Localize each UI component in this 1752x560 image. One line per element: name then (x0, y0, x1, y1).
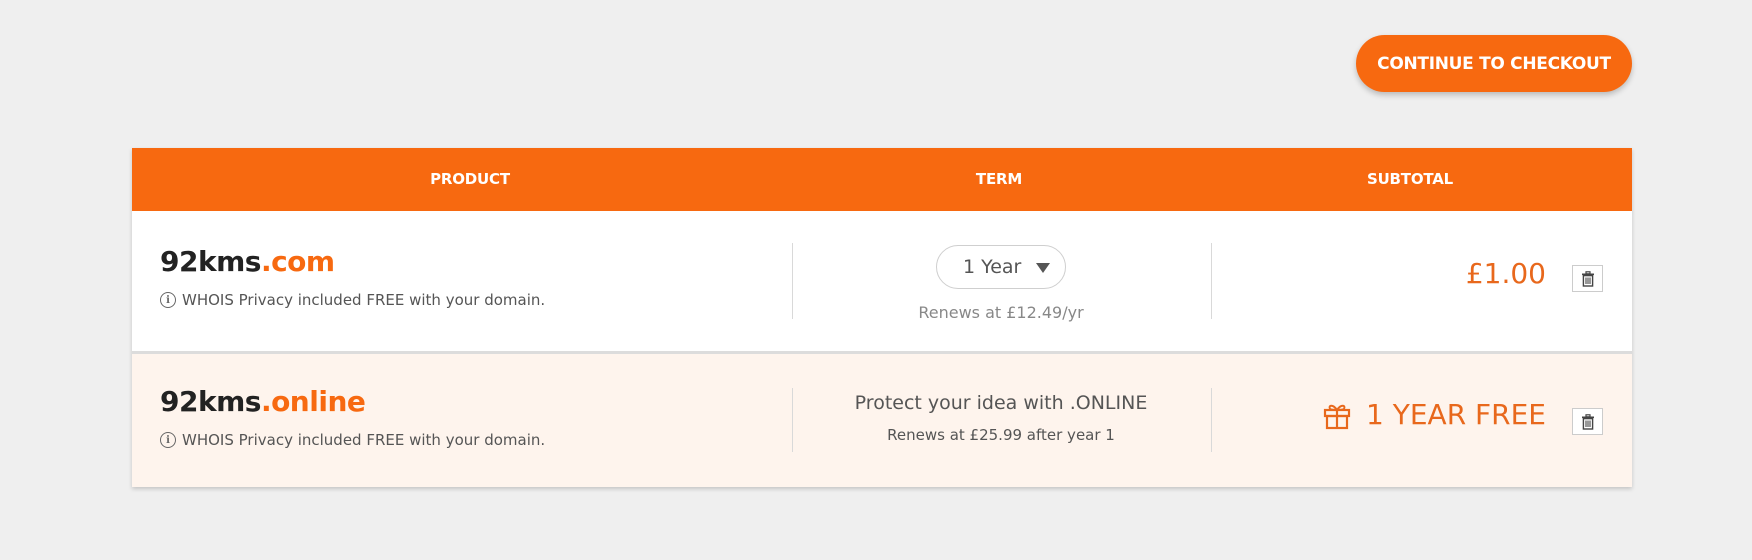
whois-privacy-note: i WHOIS Privacy included FREE with your … (160, 431, 545, 449)
cart-item-row: 92kms.com i WHOIS Privacy included FREE … (132, 211, 1632, 354)
renewal-price: Renews at £25.99 after year 1 (887, 426, 1115, 444)
column-header-subtotal: SUBTOTAL (1366, 170, 1454, 188)
domain-name: 92kms.online (160, 385, 366, 418)
trash-icon (1581, 413, 1594, 430)
renewal-price: Renews at £12.49/yr (918, 303, 1084, 322)
domain-label: 92kms (160, 245, 261, 278)
whois-privacy-text: WHOIS Privacy included FREE with your do… (182, 431, 546, 449)
caret-down-icon (1036, 263, 1050, 273)
column-header-term: TERM (975, 170, 1023, 188)
column-divider (1211, 243, 1212, 319)
free-year-badge: 1 YEAR FREE (1322, 398, 1546, 431)
remove-item-button[interactable] (1572, 408, 1603, 435)
continue-to-checkout-button[interactable]: CONTINUE TO CHECKOUT (1356, 35, 1632, 92)
whois-privacy-text: WHOIS Privacy included FREE with your do… (182, 291, 546, 309)
column-divider (792, 388, 793, 452)
term-select-value: 1 Year (963, 256, 1022, 278)
cart-table: PRODUCT TERM SUBTOTAL 92kms.com i WHOIS … (132, 148, 1632, 487)
term-select[interactable]: 1 Year (936, 245, 1066, 289)
info-icon: i (160, 292, 176, 308)
domain-tld: .com (260, 245, 335, 278)
info-icon: i (160, 432, 176, 448)
trash-icon (1581, 270, 1594, 287)
whois-privacy-note: i WHOIS Privacy included FREE with your … (160, 291, 545, 309)
promo-text: Protect your idea with .ONLINE (854, 392, 1148, 414)
column-divider (792, 243, 793, 319)
column-header-product: PRODUCT (430, 170, 510, 188)
column-divider (1211, 388, 1212, 452)
cart-table-header: PRODUCT TERM SUBTOTAL (132, 148, 1632, 211)
subtotal-free-text: 1 YEAR FREE (1366, 398, 1546, 431)
subtotal-price: £1.00 (1465, 257, 1546, 290)
domain-tld: .online (260, 385, 366, 418)
gift-icon (1322, 400, 1352, 430)
domain-name: 92kms.com (160, 245, 335, 278)
remove-item-button[interactable] (1572, 265, 1603, 292)
domain-label: 92kms (160, 385, 261, 418)
cart-item-row: 92kms.online i WHOIS Privacy included FR… (132, 354, 1632, 487)
